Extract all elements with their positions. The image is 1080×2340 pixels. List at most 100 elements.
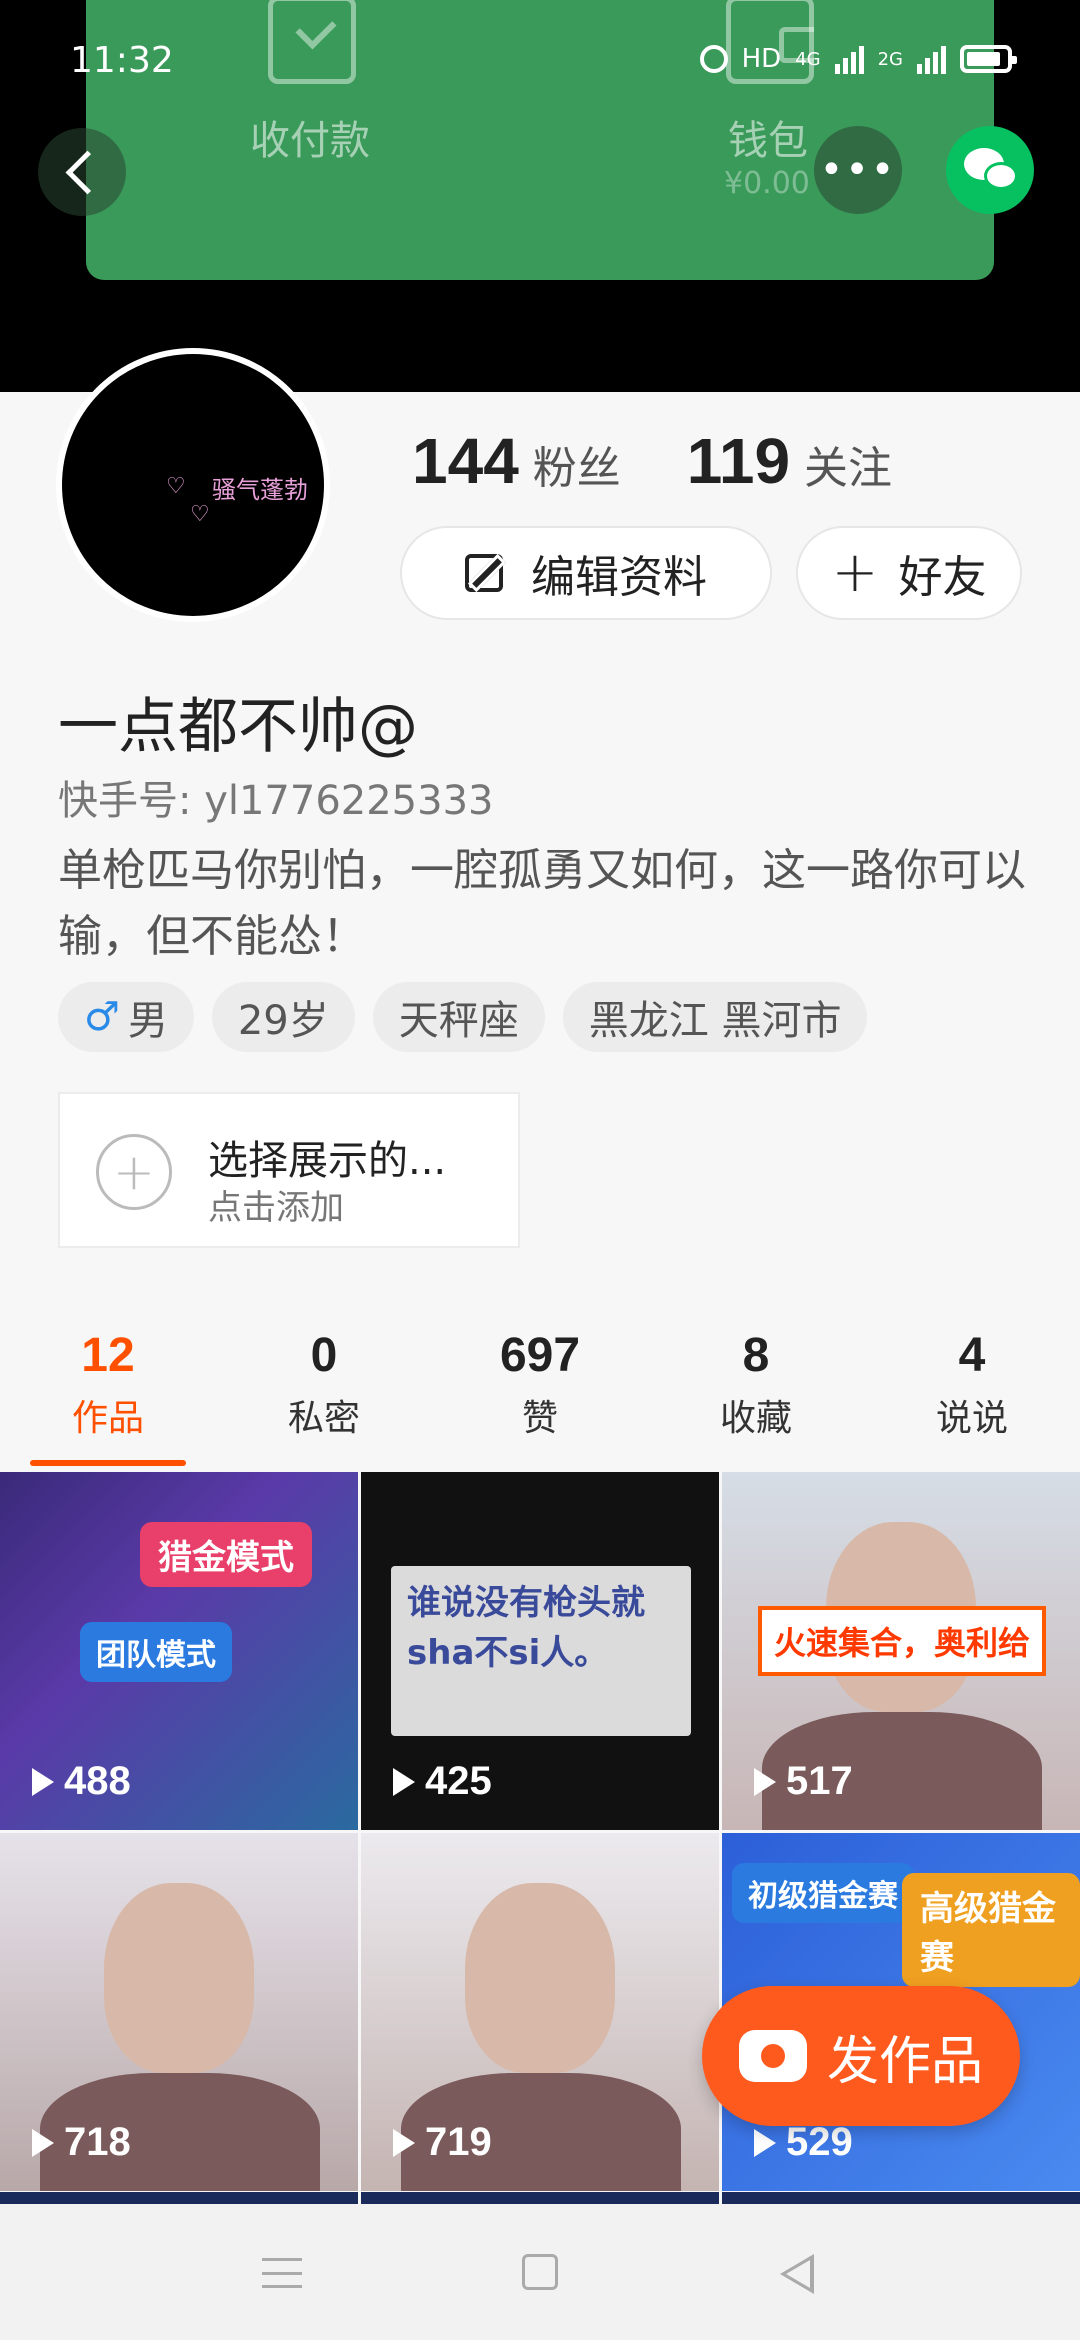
more-options-button[interactable]: ••• (814, 126, 902, 214)
video-thumbnail[interactable]: 718 (0, 1833, 358, 2191)
tab-label: 收藏 (719, 1398, 792, 1439)
following-label[interactable]: 关注 (804, 432, 892, 496)
status-icons: HD 4G 2G (699, 44, 1017, 74)
signal-icon (834, 44, 864, 74)
bio: 单枪匹马你别怕，一腔孤勇又如何，这一路你可以输，但不能怂！ (58, 845, 1026, 962)
play-icon (32, 2128, 54, 2157)
post-work-button[interactable]: 发作品 (702, 1986, 1020, 2126)
play-count: 488 (32, 1759, 131, 1804)
active-tab-indicator (30, 1460, 186, 1466)
play-count-value: 425 (425, 1759, 492, 1803)
edit-profile-label: 编辑资料 (531, 552, 707, 603)
play-icon (393, 2128, 415, 2157)
play-count-value: 529 (786, 2120, 853, 2164)
menu-icon[interactable] (262, 2258, 302, 2288)
hd-indicator: HD (741, 44, 782, 74)
back-triangle-icon[interactable] (780, 2254, 814, 2294)
video-thumbnail[interactable]: 谁说没有枪头就sha不si人。 425 (361, 1472, 719, 1830)
play-count: 718 (32, 2120, 131, 2165)
video-thumbnail[interactable]: 火速集合，奥利给 517 (722, 1472, 1080, 1830)
edit-icon (465, 554, 503, 592)
avatar-text: 骚气蓬勃 (212, 476, 308, 504)
wechat-icon-bubble (984, 162, 1018, 190)
follow-stats: 144 粉丝 119 关注 (412, 424, 958, 498)
showcase-add-card[interactable]: + 选择展示的... 点击添加 (58, 1092, 520, 1248)
tab-label: 私密 (287, 1398, 360, 1439)
signal-icon-2 (917, 44, 946, 74)
kuaishou-id[interactable]: 快手号: yl1776225333 (58, 768, 493, 826)
followers-count[interactable]: 144 (412, 424, 519, 498)
more-icon: ••• (819, 147, 897, 193)
video-banner: 火速集合，奥利给 (758, 1606, 1046, 1676)
person-figure (104, 1883, 254, 2073)
tab-works[interactable]: 12 作品 (0, 1320, 216, 1470)
caption-box: 谁说没有枪头就sha不si人。 (391, 1566, 691, 1736)
video-thumbnail[interactable]: 猎金模式 团队模式 488 (0, 1472, 358, 1830)
tab-count: 0 (310, 1329, 338, 1382)
battery-icon (960, 45, 1017, 73)
network-4g-label: 4G (795, 48, 821, 70)
edit-profile-button[interactable]: 编辑资料 (400, 526, 772, 620)
wechat-share-button[interactable] (946, 126, 1034, 214)
tab-label: 说说 (935, 1398, 1008, 1439)
play-count: 529 (754, 2120, 853, 2165)
tab-favorites[interactable]: 8 收藏 (648, 1320, 864, 1470)
tab-count: 4 (958, 1329, 986, 1382)
pay-label: 收付款 (250, 118, 370, 164)
home-icon[interactable] (522, 2254, 558, 2290)
video-caption: 谁说没有枪头就sha不si人。 (407, 1583, 645, 1673)
gender-tag: ♂ 男 (58, 982, 194, 1052)
back-button[interactable] (38, 128, 126, 216)
gender-label: 男 (127, 998, 168, 1044)
status-bar: 11:32 HD 4G 2G (0, 0, 1080, 90)
system-nav-bar (0, 2204, 1080, 2340)
thumbnail-badge: 团队模式 (80, 1622, 232, 1682)
thumbnail-badge: 高级猎金赛 (902, 1873, 1080, 1987)
following-count[interactable]: 119 (687, 424, 790, 498)
tab-count: 12 (81, 1329, 135, 1382)
play-icon (754, 1767, 776, 1796)
person-figure (465, 1883, 615, 2073)
avatar[interactable]: 骚气蓬勃 ♡ ♡ (56, 348, 330, 622)
tab-private[interactable]: 0 私密 (216, 1320, 432, 1470)
play-icon (32, 1767, 54, 1796)
followers-label[interactable]: 粉丝 (533, 432, 621, 496)
next-row-preview (0, 2192, 1080, 2204)
tab-count: 8 (742, 1329, 770, 1382)
thumbnail-badge: 猎金模式 (140, 1522, 312, 1587)
content-tabs: 12 作品 0 私密 697 赞 8 收藏 4 说说 (0, 1320, 1080, 1470)
zodiac-tag: 天秤座 (372, 982, 545, 1052)
play-icon (754, 2128, 776, 2157)
tab-likes[interactable]: 697 赞 (432, 1320, 648, 1470)
camera-icon (738, 2030, 807, 2082)
wallet-label: 钱包 (728, 118, 808, 164)
play-icon (393, 1767, 415, 1796)
status-time: 11:32 (70, 40, 174, 81)
male-icon: ♂ (84, 994, 120, 1040)
add-circle-icon: + (96, 1134, 172, 1210)
plus-icon: + (831, 540, 879, 605)
tab-moments[interactable]: 4 说说 (864, 1320, 1080, 1470)
tab-count: 697 (499, 1329, 581, 1382)
tab-label: 作品 (71, 1398, 144, 1439)
age-tag: 29岁 (211, 982, 355, 1052)
alarm-icon (699, 45, 728, 73)
showcase-subtitle: 点击添加 (208, 1188, 344, 1228)
location-tag: 黑龙江 黑河市 (562, 982, 868, 1052)
video-thumbnail[interactable]: 719 (361, 1833, 719, 2191)
play-count: 517 (754, 1759, 853, 1804)
play-count: 719 (393, 2120, 492, 2165)
post-work-label: 发作品 (826, 2031, 983, 2092)
profile-tags: ♂ 男 29岁 天秤座 黑龙江 黑河市 (58, 982, 868, 1052)
heart-icon: ♡ (190, 502, 210, 527)
play-count: 425 (393, 1759, 492, 1804)
play-count-value: 718 (64, 2120, 131, 2164)
showcase-title: 选择展示的... (208, 1138, 447, 1184)
wallet-balance: ¥0.00 (724, 166, 810, 201)
network-2g-label: 2G (877, 48, 903, 70)
add-friend-label: 好友 (898, 552, 987, 603)
username: 一点都不帅@ (58, 692, 418, 762)
add-friend-button[interactable]: + 好友 (796, 526, 1022, 620)
play-count-value: 517 (786, 1759, 853, 1803)
heart-icon: ♡ (166, 474, 186, 499)
